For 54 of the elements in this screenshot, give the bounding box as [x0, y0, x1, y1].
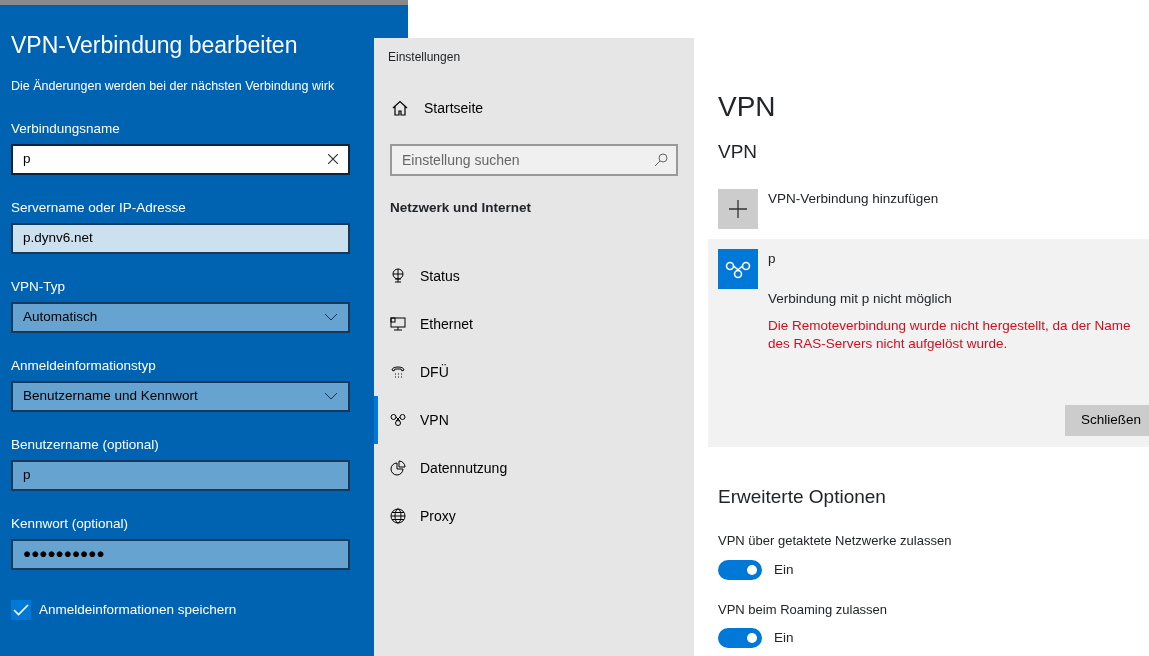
toggle-switch[interactable] [718, 559, 762, 580]
add-button[interactable] [718, 188, 758, 229]
dropdown[interactable]: Benutzername und Kennwort [11, 380, 350, 412]
page-title: VPN [718, 90, 777, 124]
vpn-connection-panel[interactable]: p Verbindung mit p nicht möglich Die Remoteverbindung wurde nicht hergestellt, da der Name des RAS-Servers nicht aufgelöst wurde. Schließen [708, 238, 1149, 447]
field-label: Anmeldeinformationstyp [11, 356, 157, 375]
section-heading: Erweiterte Optionen [718, 484, 887, 509]
dialog-description: Die Änderungen werden bei der nächsten Verbindung wirk [11, 78, 336, 95]
plus-icon [729, 199, 747, 218]
connection-name: p [768, 249, 777, 268]
nav-item[interactable]: Status [374, 252, 678, 301]
field-label: Verbindungsname [11, 119, 121, 138]
connection-status: Verbindung mit p nicht möglich [768, 289, 953, 308]
close-button[interactable]: Schließen [1064, 404, 1149, 436]
field-label: Kennwort (optional) [11, 514, 130, 533]
globe-monitor-icon [390, 268, 406, 285]
nav-item[interactable]: Ethernet [374, 300, 678, 349]
search-icon [654, 153, 668, 167]
search-field[interactable]: Einstellung suchen [390, 144, 678, 176]
globe-icon [390, 508, 406, 525]
text-field[interactable]: p.dynv6.net [11, 222, 350, 254]
error-message: Die Remoteverbindung wurde nicht hergestellt, da der Name des RAS-Servers nicht aufgelöst wurde. [768, 317, 1132, 353]
nav-item[interactable]: Proxy [374, 492, 678, 541]
monitor-icon [390, 316, 406, 333]
toggle-state: Ein [774, 629, 794, 648]
home-icon [392, 100, 408, 116]
text-field[interactable]: p [11, 459, 350, 491]
chevron-down-icon [324, 313, 338, 322]
toggle-switch[interactable] [718, 628, 762, 649]
nav-item[interactable]: Datennutzung [374, 444, 678, 493]
pie-chart-icon [390, 460, 406, 477]
toggle-label: VPN beim Roaming zulassen [718, 600, 889, 619]
window-title: Einstellungen [388, 49, 462, 66]
section-heading: Netzwerk und Internet [390, 199, 533, 217]
vpn-icon [718, 248, 758, 289]
phone-icon [390, 364, 406, 381]
nav-item[interactable]: DFÜ [374, 348, 678, 397]
toggle-label: VPN über getaktete Netzwerke zulassen [718, 532, 953, 550]
vpn-icon [390, 412, 406, 429]
field-label: VPN-Typ [11, 277, 66, 296]
checkbox-label: Anmeldeinformationen speichern [39, 600, 237, 619]
toggle-state: Ein [774, 560, 794, 579]
chevron-down-icon [324, 392, 338, 401]
field-label: Servername oder IP-Adresse [11, 198, 187, 217]
field-label: Benutzername (optional) [11, 435, 160, 454]
nav-item[interactable]: VPN [374, 396, 678, 445]
dropdown[interactable]: Automatisch [11, 301, 350, 333]
text-field[interactable]: p [11, 143, 350, 175]
add-vpn-label[interactable]: VPN-Verbindung hinzufügen [768, 188, 939, 229]
section-heading: VPN [718, 140, 759, 164]
password-field[interactable]: ●●●●●●●●●● [11, 538, 350, 570]
home-link[interactable]: Startseite [392, 84, 678, 132]
checkbox[interactable] [11, 599, 31, 620]
clear-icon [328, 154, 338, 165]
